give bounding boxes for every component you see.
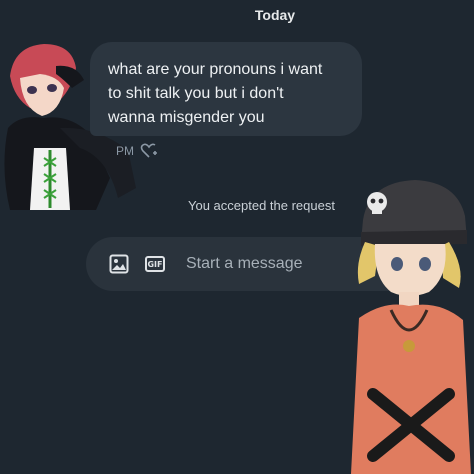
received-message-bubble[interactable]: what are your pronouns i want to shit ta… xyxy=(90,42,362,136)
message-meta: PM xyxy=(116,143,158,159)
request-accepted-note: You accepted the request xyxy=(188,198,335,213)
message-time: PM xyxy=(116,144,134,158)
gif-button[interactable]: GIF xyxy=(144,253,166,275)
message-line-3: wanna misgender you xyxy=(108,109,265,126)
character-right-sticker xyxy=(351,180,471,474)
message-line-2: to shit talk you but i don't xyxy=(108,85,284,102)
message-input[interactable]: Start a message xyxy=(186,255,303,273)
image-icon[interactable] xyxy=(108,253,130,275)
message-line-1: what are your pronouns i want xyxy=(108,61,323,78)
date-header: Today xyxy=(254,7,296,23)
gif-icon: GIF xyxy=(145,256,165,272)
heart-plus-icon[interactable] xyxy=(140,143,158,159)
